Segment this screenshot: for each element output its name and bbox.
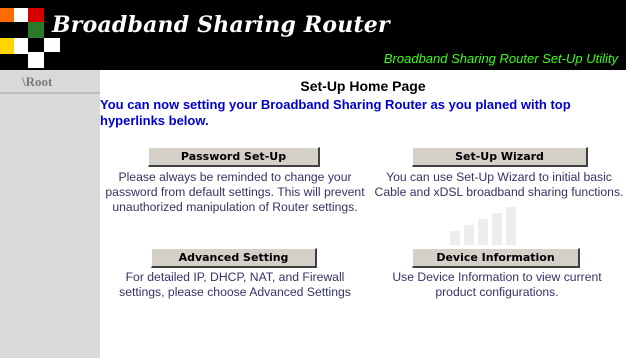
intro-text: You can now setting your Broadband Shari… bbox=[100, 97, 571, 128]
device-information-description: Use Device Information to view current p… bbox=[392, 270, 602, 299]
sidebar: \Root bbox=[0, 70, 100, 358]
setup-wizard-description: You can use Set-Up Wizard to initial bas… bbox=[374, 170, 624, 199]
main-content: Set-Up Home Page You can now setting you… bbox=[100, 70, 626, 358]
header-banner: Broadband Sharing Router Broadband Shari… bbox=[0, 0, 626, 70]
logo-block bbox=[0, 8, 14, 22]
password-setup-button[interactable]: Password Set-Up bbox=[148, 147, 320, 167]
logo-block bbox=[44, 38, 60, 52]
password-setup-description: Please always be reminded to change your… bbox=[105, 170, 365, 214]
watermark-bars bbox=[450, 205, 626, 245]
logo-block bbox=[28, 8, 44, 22]
device-information-button[interactable]: Device Information bbox=[412, 248, 580, 268]
utility-title: Broadband Sharing Router Set-Up Utility bbox=[383, 51, 618, 66]
logo-block bbox=[28, 22, 44, 38]
page-title: Set-Up Home Page bbox=[300, 78, 426, 94]
logo-block bbox=[28, 52, 44, 68]
logo-block bbox=[14, 8, 28, 22]
logo-block bbox=[0, 38, 14, 54]
setup-wizard-button[interactable]: Set-Up Wizard bbox=[412, 147, 588, 167]
advanced-setting-description: For detailed IP, DHCP, NAT, and Firewall… bbox=[119, 270, 351, 299]
sidebar-divider bbox=[0, 92, 100, 94]
advanced-setting-button[interactable]: Advanced Setting bbox=[151, 248, 317, 268]
sidebar-root-link[interactable]: \Root bbox=[22, 74, 52, 90]
brand-title: Broadband Sharing Router bbox=[52, 12, 390, 38]
logo-block bbox=[14, 38, 28, 54]
